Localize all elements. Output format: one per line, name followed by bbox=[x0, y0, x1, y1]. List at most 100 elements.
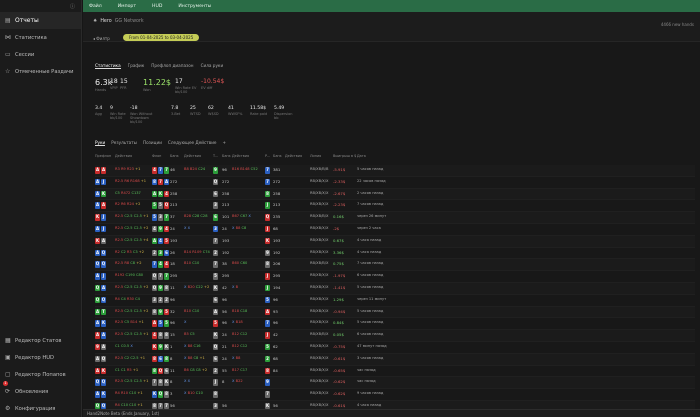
cards: AA bbox=[95, 167, 107, 174]
column-header[interactable]: Префлоп bbox=[95, 154, 111, 158]
winnings: -2.23$ bbox=[333, 202, 346, 208]
kpi-label: Won bbox=[143, 88, 151, 92]
column-header[interactable]: Банк bbox=[222, 154, 231, 158]
kpi2-7: 11.58$ Rake paid bbox=[250, 106, 267, 116]
menu-item-3[interactable]: Инструменты bbox=[178, 4, 211, 9]
column-header[interactable]: Линия bbox=[310, 154, 321, 158]
sidebar-item-hud[interactable]: ▣ Редактор HUD bbox=[0, 349, 82, 366]
action-token: B14 bbox=[130, 320, 139, 325]
table-row[interactable]: A A R2 R6 R24 +2 5 5 Q 213 3 213 J 213 RB/XB/X/X -2… bbox=[95, 200, 695, 213]
playing-card: Q bbox=[101, 379, 106, 386]
sidebar-item-gear[interactable]: ⚙ Конфигурация bbox=[0, 400, 82, 417]
column-header[interactable]: Действия bbox=[232, 154, 249, 158]
playing-card: 5 bbox=[158, 320, 163, 327]
info-icon[interactable]: ⓘ bbox=[70, 3, 75, 10]
playing-card: J bbox=[101, 178, 106, 186]
table-row[interactable]: A J R2.5 R6 R168 +1 8 7 A 272 Q 272 7 272 RB/XB/X/… bbox=[95, 177, 695, 189]
sidebar-item-star[interactable]: ☆ Отмеченные Раздачи bbox=[0, 63, 81, 80]
table-row[interactable]: A K R2.5 C5 B14 +1 A 5 5 96 X 5 96 X B18 7 96 RB/X… bbox=[95, 318, 695, 331]
sidebar-item-stats[interactable]: ⋈ Статистика bbox=[0, 29, 81, 46]
action-token: R2.5 bbox=[115, 261, 125, 266]
action-token: C28 bbox=[200, 214, 208, 219]
winnings: -1.41$ bbox=[333, 284, 346, 290]
cards: 8 bbox=[265, 261, 271, 268]
hands-tab-1[interactable]: Результаты bbox=[111, 140, 137, 146]
flop-pot: 46 bbox=[170, 167, 175, 172]
table-row[interactable]: K J R2.5 C2.5 C2.5 +1 5 3 7 37 B28 C28 C28 6 10… bbox=[95, 212, 695, 224]
action-token: +1 bbox=[137, 402, 143, 407]
cards: AJ bbox=[95, 225, 107, 233]
column-header[interactable]: Банк bbox=[273, 154, 282, 158]
column-header[interactable]: Действия bbox=[285, 154, 302, 158]
table-row[interactable]: A A R3 R9 R23 +1 4 7 7 46 B8 B24 C24 9 96 B16 B1… bbox=[95, 165, 695, 177]
sidebar-item-reports[interactable]: ▤ Отчеты bbox=[0, 12, 81, 29]
kpi2-5: 62 W$SD bbox=[208, 106, 219, 116]
hands-tab-4[interactable]: + bbox=[223, 140, 227, 146]
column-header[interactable]: Флоп bbox=[152, 154, 161, 158]
table-row[interactable]: A Q R2.5 C2 C2.5 +1 8688X B8 C8 +1 6 24 X B8… bbox=[95, 353, 695, 366]
table-row[interactable]: A K C5 R472 C137 A K 4 258 6 258 8 258 RB/XB/X/X -2… bbox=[95, 188, 695, 201]
hand-date: 6 часов назад bbox=[357, 332, 384, 337]
table-row[interactable]: A J R192 C190 C80 Q 7 7 295 5 295 J 295 RB/XB/X/X -… bbox=[95, 271, 695, 283]
table-row[interactable]: K A R2.5 C2.5 C2.5 +4 A 4 5 193 7 193 K 193 RB/XB/… bbox=[95, 235, 695, 248]
popup-icon: ▢ bbox=[5, 370, 11, 378]
hands-tab-2[interactable]: Позиции bbox=[143, 140, 162, 146]
action-token: +1 bbox=[139, 355, 145, 360]
table-row[interactable]: A J R2.5 C2.5 C2.5 +2 4 9 4 24 X X 3 24 X B8 C8 … bbox=[95, 224, 695, 236]
table-row[interactable]: A K R4 R10 C10 +1 KQ83X B10 C10 8 7 RB/XB/X/… bbox=[95, 389, 695, 401]
cards: 7 bbox=[265, 391, 271, 398]
cards: Q bbox=[213, 343, 219, 351]
tab-1[interactable]: График bbox=[128, 63, 145, 69]
tab-2[interactable]: Префлоп диапазон bbox=[151, 63, 193, 69]
date-range-pill[interactable]: From 01-04-2025 to 03-04-2025 bbox=[123, 34, 200, 41]
action-token: R2.5 bbox=[115, 355, 125, 360]
table-row[interactable]: 9 A C1 C0.5 X K9K1X B8 C16 Q 21 B12 C12 5 62 R… bbox=[95, 342, 695, 354]
table-row[interactable]: A K C1 C1 R5 +1 8 Q 6 11 B6 C8 C8 +2 2 55 B17 C1… bbox=[95, 366, 695, 378]
action-token: R23 bbox=[126, 167, 136, 171]
table-row[interactable]: Q A R2.5 C2.5 C2.5 +2 Q 9 8 11 X B20 C22 +2 K4… bbox=[95, 282, 695, 295]
table-row[interactable]: Q Q R4 C4 R30 C4 3 2 2 96 6 96 5 96 RB/XB/X/X 1.29$… bbox=[95, 295, 695, 307]
column-header[interactable]: Т... bbox=[213, 154, 218, 158]
menu-item-1[interactable]: Импорт bbox=[118, 4, 136, 9]
table-row[interactable]: A A R2.5 C2.5 C2.5 +1 4 8 8 15 B5 C5 K 24 B12 C1… bbox=[95, 330, 695, 342]
table-row[interactable]: A Q R2 C2 R3 C3 +2 2 3 6 26 B14 R109 C74 2 192 9… bbox=[95, 248, 695, 260]
column-header[interactable]: Выигрыш в $ bbox=[333, 154, 356, 158]
action-token: C2.5 bbox=[124, 284, 134, 289]
table-row[interactable]: Q Q R2.5 R8 C8 +2 7 4 4 18 B10 C10 7 38 B60 C60 … bbox=[95, 259, 695, 272]
menu-item-2[interactable]: HUD bbox=[152, 4, 162, 9]
kpi-value: 11.22$ bbox=[143, 78, 171, 87]
sidebar-item-update[interactable]: ⟳ 1 Обновления bbox=[0, 381, 82, 400]
playing-card: 5 bbox=[164, 320, 169, 327]
hands-tab-3[interactable]: Следующее Действие bbox=[168, 140, 217, 146]
kpi-value: -10.54$ bbox=[201, 78, 225, 85]
hands-tab-0[interactable]: Руки bbox=[95, 140, 106, 146]
kpi-3: 11.22$ Won bbox=[143, 78, 171, 92]
playing-card: J bbox=[213, 379, 218, 386]
tab-3[interactable]: Сила руки bbox=[201, 63, 224, 69]
sidebar-item-popup[interactable]: ▢ Редактор Попапов bbox=[0, 366, 82, 383]
tab-0[interactable]: Статистика bbox=[95, 63, 121, 69]
kpi-label: 3-Bet bbox=[171, 112, 181, 116]
sidebar-item-sessions[interactable]: ▭ Сессии bbox=[0, 46, 81, 63]
column-header[interactable]: Банк bbox=[170, 154, 179, 158]
turn-pot: 24 bbox=[222, 225, 227, 231]
column-header[interactable]: Действия bbox=[184, 154, 201, 158]
kpi-label: EV diff bbox=[201, 86, 213, 90]
column-header[interactable]: Действия bbox=[115, 154, 132, 158]
playing-card: 7 bbox=[152, 379, 157, 386]
sidebar-item-grid[interactable]: ▦ Редактор Статов bbox=[0, 332, 82, 349]
action-token: B17 bbox=[232, 367, 241, 372]
table-row[interactable]: Q Q R2.5 C2.5 C2.5 +1 78K8X X J8X B22 9 RB/… bbox=[95, 377, 695, 390]
cards: 5 bbox=[265, 296, 271, 304]
table-row[interactable]: A T R2.5 C2.5 C2.5 +2 8 9 5 32 B10 C10 A 56 B18 … bbox=[95, 306, 695, 319]
column-header[interactable]: Дата bbox=[357, 154, 366, 158]
filter-button[interactable]: ◂ Филтр bbox=[93, 36, 110, 41]
playing-card: A bbox=[164, 178, 169, 186]
kpi-label: Dispersion bb bbox=[274, 112, 293, 120]
action-token: C16 bbox=[193, 343, 201, 348]
menu-item-0[interactable]: Файл bbox=[89, 4, 102, 9]
column-header[interactable]: Р... bbox=[265, 154, 270, 158]
cards: QQ bbox=[95, 379, 107, 386]
sidebar: ⓘ ▤ Отчеты ⋈ Статистика ▭ Сессии ☆ Отмеченные Р… bbox=[0, 0, 82, 417]
playing-card: 7 bbox=[164, 167, 169, 174]
